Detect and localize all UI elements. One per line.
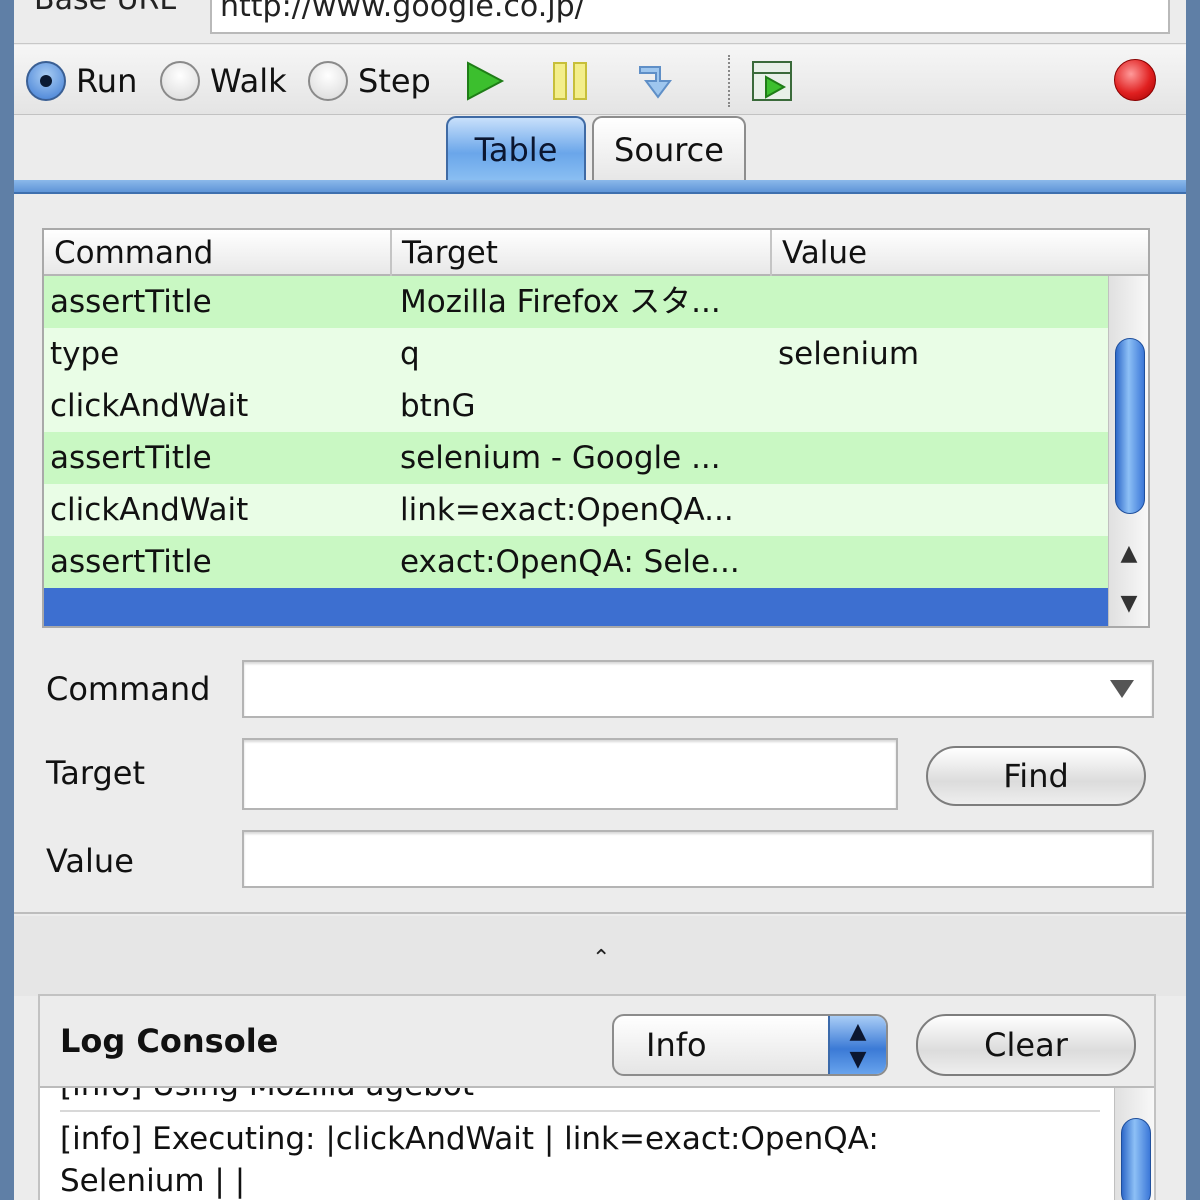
column-header-value[interactable]: Value [772,230,1148,276]
radio-selected-icon [26,61,66,101]
table-scrollbar[interactable]: ▲ ▼ [1108,276,1148,626]
radio-unselected-icon [160,61,200,101]
pane-splitter[interactable]: ⌃ [14,916,1186,996]
log-line: [info] Executing: |clickAndWait | link=e… [60,1121,879,1157]
record-icon[interactable] [1114,59,1156,101]
command-select[interactable] [242,660,1154,718]
play-icon[interactable] [462,59,506,103]
speed-step-label: Step [358,62,431,100]
speed-walk-radio[interactable]: Walk [160,59,287,103]
scroll-down-icon[interactable]: ▼ [1117,592,1141,616]
step-icon[interactable] [634,59,678,103]
tab-source[interactable]: Source [592,116,746,182]
cell-command: assertTitle [50,284,212,320]
table-row[interactable]: clickAndWait btnG [44,380,1108,432]
table-row[interactable]: assertTitle selenium - Google ... [44,432,1108,484]
toolbar: Run Walk Step [14,45,1186,115]
target-label: Target [46,754,145,792]
cell-target: q [400,336,420,372]
cell-target: btnG [400,388,476,424]
cell-value: selenium [778,336,920,372]
table-header: Command Target Value [44,230,1148,276]
pause-icon[interactable] [548,59,592,103]
log-level-select[interactable]: Info ▲ ▼ [612,1014,888,1076]
speed-run-radio[interactable]: Run [26,59,137,103]
cell-command: clickAndWait [50,388,249,424]
speed-walk-label: Walk [210,62,287,100]
table-row-selected[interactable] [44,588,1108,626]
log-console-title: Log Console [60,1022,279,1060]
base-url-row: Base URL http://www.google.co.jp/ [14,0,1186,44]
table-row[interactable]: type q selenium [44,328,1108,380]
cell-target: selenium - Google ... [400,440,721,476]
log-line: [info] Using Mozilla agebot [60,1088,474,1106]
table-row[interactable]: assertTitle exact:OpenQA: Sele... [44,536,1108,588]
table-row[interactable]: assertTitle Mozilla Firefox スタ... [44,276,1108,328]
table-panel: Command Target Value assertTitle Mozilla… [14,196,1186,914]
column-header-command[interactable]: Command [44,230,392,276]
table-row[interactable]: clickAndWait link=exact:OpenQA... [44,484,1108,536]
cell-target: Mozilla Firefox スタ... [400,284,721,320]
cell-target: link=exact:OpenQA... [400,492,734,528]
value-label: Value [46,842,134,880]
chevron-down-icon[interactable] [1110,680,1134,698]
log-output: [info] Using Mozilla agebot [info] Execu… [40,1086,1154,1200]
log-divider [60,1110,1100,1112]
up-down-arrows-icon[interactable]: ▲ ▼ [828,1016,886,1074]
clear-button[interactable]: Clear [916,1014,1136,1076]
log-console: Log Console Info ▲▼ Clear [info] Using M… [38,994,1156,1200]
splitter-grip-icon[interactable]: ⌃ [592,946,610,971]
scrollbar-thumb[interactable] [1121,1118,1151,1200]
tab-table[interactable]: Table [446,116,586,182]
command-label: Command [46,670,211,708]
scrollbar-thumb[interactable] [1115,338,1145,514]
base-url-input[interactable]: http://www.google.co.jp/ [210,0,1170,34]
find-button[interactable]: Find [926,746,1146,806]
target-input[interactable] [242,738,898,810]
cell-command: clickAndWait [50,492,249,528]
command-table: Command Target Value assertTitle Mozilla… [42,228,1150,628]
selenium-ide-window: Base URL http://www.google.co.jp/ Run Wa… [0,0,1200,1200]
cell-command: assertTitle [50,440,212,476]
cell-command: type [50,336,120,372]
radio-unselected-icon [308,61,348,101]
value-input[interactable] [242,830,1154,888]
log-line: Selenium | | [60,1163,246,1199]
tab-underline [14,180,1186,194]
speed-run-label: Run [76,62,138,100]
cell-command: assertTitle [50,544,212,580]
log-scrollbar[interactable] [1114,1088,1154,1200]
base-url-label: Base URL [34,0,176,17]
toolbar-separator [728,55,730,107]
log-level-value: Info [646,1026,707,1064]
speed-step-radio[interactable]: Step [308,59,431,103]
column-header-target[interactable]: Target [392,230,772,276]
play-suite-icon[interactable] [750,59,794,103]
scroll-up-icon[interactable]: ▲ [1117,542,1141,566]
cell-target: exact:OpenQA: Sele... [400,544,740,580]
